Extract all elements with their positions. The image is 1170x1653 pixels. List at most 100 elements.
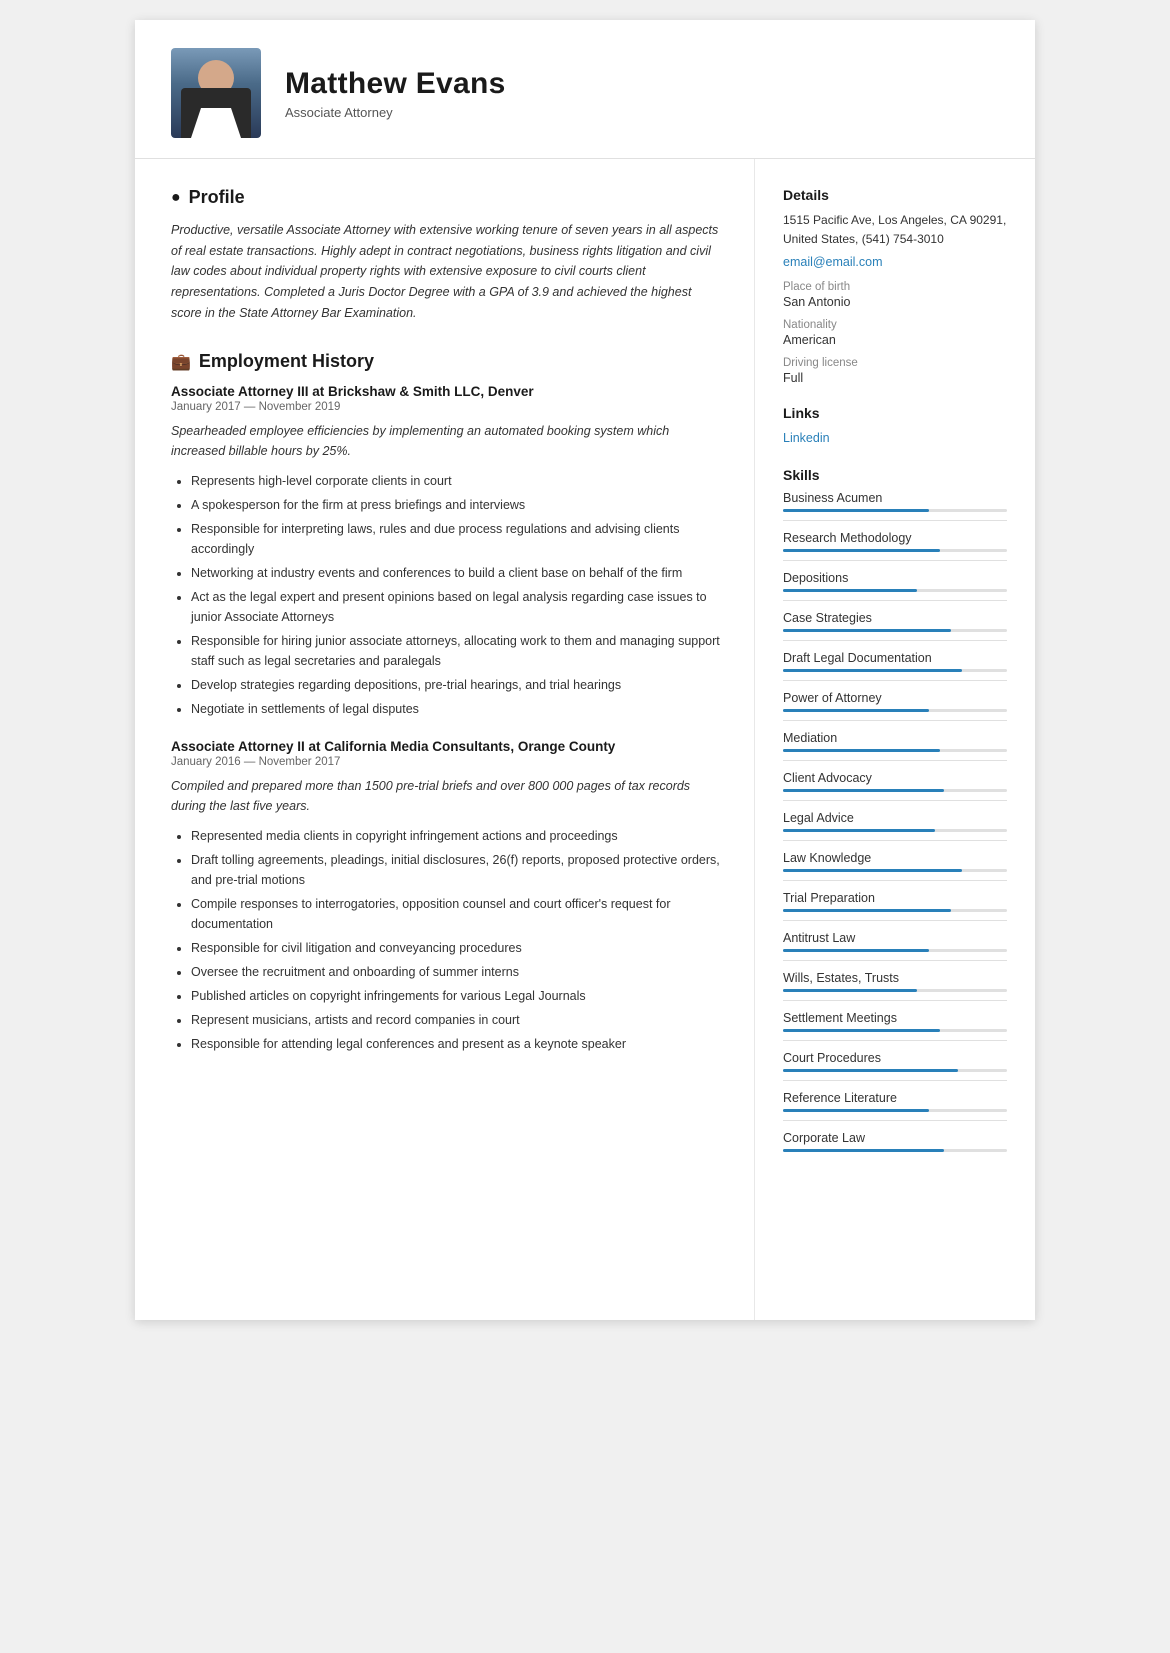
header-info: Matthew Evans Associate Attorney	[285, 67, 506, 120]
skill-bar-fill	[783, 629, 951, 632]
skill-item: Reference Literature	[783, 1091, 1007, 1121]
skill-item: Wills, Estates, Trusts	[783, 971, 1007, 1001]
skill-bar-bg	[783, 709, 1007, 712]
bullet: Represented media clients in copyright i…	[191, 826, 722, 846]
skill-divider	[783, 720, 1007, 721]
skill-bar-fill	[783, 669, 962, 672]
skill-bar-bg	[783, 1029, 1007, 1032]
job-title-header: Associate Attorney	[285, 105, 506, 120]
skill-name: Power of Attorney	[783, 691, 1007, 705]
skills-list: Business Acumen Research Methodology Depos…	[783, 491, 1007, 1152]
skill-divider	[783, 840, 1007, 841]
skill-item: Court Procedures	[783, 1051, 1007, 1081]
profile-icon: ●	[171, 189, 181, 207]
body-section: ● Profile Productive, versatile Associat…	[135, 159, 1035, 1320]
skill-item: Research Methodology	[783, 531, 1007, 561]
details-section: Details 1515 Pacific Ave, Los Angeles, C…	[783, 187, 1007, 385]
skill-bar-bg	[783, 869, 1007, 872]
skill-item: Legal Advice	[783, 811, 1007, 841]
job-dates-2: January 2016 — November 2017	[171, 756, 722, 768]
employment-icon: 💼	[171, 352, 191, 372]
skill-name: Client Advocacy	[783, 771, 1007, 785]
avatar-body	[181, 88, 251, 138]
skill-item: Settlement Meetings	[783, 1011, 1007, 1041]
skill-divider	[783, 960, 1007, 961]
employment-section-title: 💼 Employment History	[171, 351, 722, 372]
skill-divider	[783, 760, 1007, 761]
skill-bar-bg	[783, 1069, 1007, 1072]
skill-name: Depositions	[783, 571, 1007, 585]
skill-divider	[783, 1040, 1007, 1041]
skill-bar-fill	[783, 749, 940, 752]
job-block-1: Associate Attorney III at Brickshaw & Sm…	[171, 384, 722, 719]
skill-bar-bg	[783, 509, 1007, 512]
header-section: Matthew Evans Associate Attorney	[135, 20, 1035, 159]
skill-divider	[783, 1120, 1007, 1121]
skill-item: Corporate Law	[783, 1131, 1007, 1152]
skill-bar-bg	[783, 589, 1007, 592]
skill-bar-bg	[783, 789, 1007, 792]
skill-name: Research Methodology	[783, 531, 1007, 545]
skill-item: Mediation	[783, 731, 1007, 761]
skill-divider	[783, 800, 1007, 801]
job-bullets-2: Represented media clients in copyright i…	[171, 826, 722, 1054]
bullet: Networking at industry events and confer…	[191, 563, 722, 583]
avatar-figure	[171, 48, 261, 138]
skill-bar-fill	[783, 789, 944, 792]
skill-bar-fill	[783, 1029, 940, 1032]
skill-item: Business Acumen	[783, 491, 1007, 521]
bullet: Represents high-level corporate clients …	[191, 471, 722, 491]
bullet: A spokesperson for the firm at press bri…	[191, 495, 722, 515]
skill-divider	[783, 520, 1007, 521]
skill-bar-bg	[783, 909, 1007, 912]
skill-item: Draft Legal Documentation	[783, 651, 1007, 681]
links-section: Links Linkedin	[783, 405, 1007, 447]
details-email[interactable]: email@email.com	[783, 255, 883, 269]
job-summary-2: Compiled and prepared more than 1500 pre…	[171, 776, 722, 816]
skill-name: Court Procedures	[783, 1051, 1007, 1065]
skill-name: Case Strategies	[783, 611, 1007, 625]
skill-bar-bg	[783, 749, 1007, 752]
skill-name: Antitrust Law	[783, 931, 1007, 945]
skill-bar-bg	[783, 1149, 1007, 1152]
right-column: Details 1515 Pacific Ave, Los Angeles, C…	[755, 159, 1035, 1320]
bullet: Responsible for interpreting laws, rules…	[191, 519, 722, 559]
skill-name: Law Knowledge	[783, 851, 1007, 865]
resume-container: Matthew Evans Associate Attorney ● Profi…	[135, 20, 1035, 1320]
skill-divider	[783, 680, 1007, 681]
skill-name: Reference Literature	[783, 1091, 1007, 1105]
profile-section-title: ● Profile	[171, 187, 722, 208]
bullet: Negotiate in settlements of legal disput…	[191, 699, 722, 719]
skills-title: Skills	[783, 467, 1007, 483]
skill-bar-fill	[783, 869, 962, 872]
skill-bar-bg	[783, 629, 1007, 632]
skill-bar-fill	[783, 1069, 958, 1072]
linkedin-link[interactable]: Linkedin	[783, 431, 830, 445]
skill-divider	[783, 880, 1007, 881]
links-title: Links	[783, 405, 1007, 421]
skill-divider	[783, 920, 1007, 921]
driving-license-label: Driving license	[783, 357, 1007, 369]
bullet: Published articles on copyright infringe…	[191, 986, 722, 1006]
skill-bar-fill	[783, 1149, 944, 1152]
avatar-shirt	[191, 108, 241, 138]
details-address: 1515 Pacific Ave, Los Angeles, CA 90291,…	[783, 211, 1007, 249]
skill-item: Trial Preparation	[783, 891, 1007, 921]
skill-item: Case Strategies	[783, 611, 1007, 641]
skill-bar-bg	[783, 989, 1007, 992]
skill-divider	[783, 1000, 1007, 1001]
bullet: Compile responses to interrogatories, op…	[191, 894, 722, 934]
skill-name: Settlement Meetings	[783, 1011, 1007, 1025]
skill-item: Law Knowledge	[783, 851, 1007, 881]
bullet: Develop strategies regarding depositions…	[191, 675, 722, 695]
bullet: Responsible for attending legal conferen…	[191, 1034, 722, 1054]
job-block-2: Associate Attorney II at California Medi…	[171, 739, 722, 1054]
avatar	[171, 48, 261, 138]
job-title-2: Associate Attorney II at California Medi…	[171, 739, 722, 754]
skill-bar-fill	[783, 949, 929, 952]
skill-divider	[783, 600, 1007, 601]
skill-name: Mediation	[783, 731, 1007, 745]
skill-item: Depositions	[783, 571, 1007, 601]
skill-name: Wills, Estates, Trusts	[783, 971, 1007, 985]
details-title: Details	[783, 187, 1007, 203]
